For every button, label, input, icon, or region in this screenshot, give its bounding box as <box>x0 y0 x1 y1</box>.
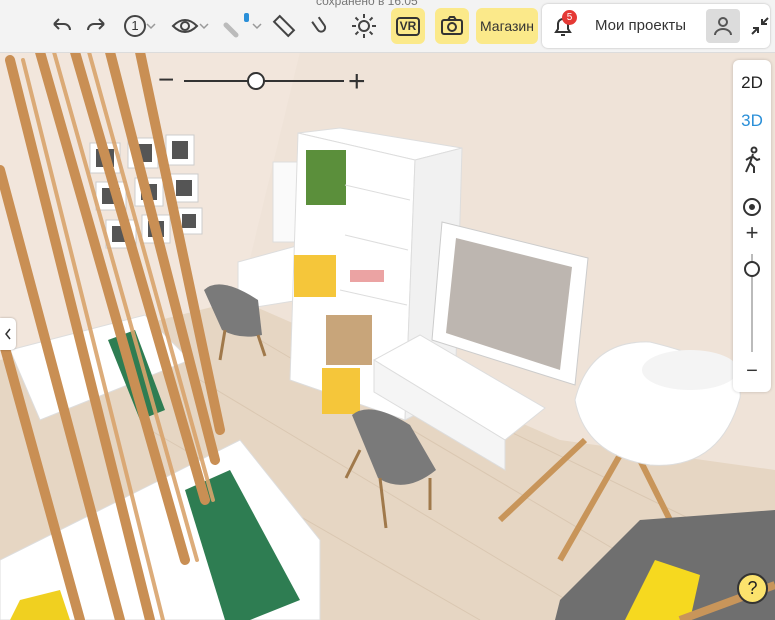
shop-button[interactable]: Магазин <box>476 8 538 44</box>
marker-button[interactable] <box>222 8 262 44</box>
eye-icon <box>171 19 199 33</box>
view-controls-panel: 2D 3D + − <box>733 60 771 392</box>
redo-icon <box>87 18 105 31</box>
center-view-icon[interactable] <box>742 197 762 217</box>
vr-icon: VR <box>395 16 421 36</box>
lighting-button[interactable] <box>348 8 380 44</box>
exit-fullscreen-button[interactable] <box>746 8 774 44</box>
left-panel-toggle[interactable] <box>0 318 16 350</box>
undo-icon <box>53 18 71 31</box>
zoom-out-button[interactable]: − <box>733 360 771 383</box>
my-projects-link[interactable]: Мои проекты <box>595 8 686 44</box>
undo-button[interactable] <box>48 8 76 44</box>
user-icon <box>714 17 732 36</box>
camera-icon <box>441 16 463 35</box>
collapse-icon <box>751 17 769 35</box>
magnet-icon <box>311 16 327 33</box>
zoom-slider-handle[interactable] <box>744 261 760 277</box>
chevron-down-icon <box>199 23 209 30</box>
camera-button[interactable] <box>435 8 469 44</box>
help-button[interactable]: ? <box>737 573 768 604</box>
magnet-button[interactable] <box>304 8 336 44</box>
ruler-button[interactable] <box>268 8 300 44</box>
ruler-icon <box>272 14 296 38</box>
3d-room-view[interactable] <box>0 0 775 620</box>
slider-minus[interactable]: − <box>158 66 174 95</box>
height-slider[interactable]: − + <box>156 66 376 96</box>
slider-plus[interactable]: + <box>348 66 366 96</box>
user-button[interactable] <box>706 9 740 43</box>
sun-icon <box>352 14 376 38</box>
chevron-left-icon <box>5 328 11 340</box>
vr-button[interactable]: VR <box>391 8 425 44</box>
walk-mode-icon[interactable] <box>740 146 764 174</box>
mode-3d-button[interactable]: 3D <box>733 111 771 131</box>
save-status-text: сохранено в 16:05 <box>316 0 418 8</box>
redo-button[interactable] <box>82 8 110 44</box>
top-toolbar: сохранено в 16:05 1 VR Магазин 5 Мои про… <box>0 0 775 53</box>
chevron-down-icon <box>146 23 156 30</box>
level-selector[interactable]: 1 <box>120 8 160 44</box>
zoom-slider[interactable] <box>742 248 762 356</box>
notification-badge: 5 <box>562 10 577 25</box>
zoom-in-button[interactable]: + <box>733 220 771 246</box>
level-selector-icon: 1 <box>124 15 146 37</box>
slider-handle[interactable] <box>247 72 265 90</box>
visibility-button[interactable] <box>170 8 210 44</box>
mode-2d-button[interactable]: 2D <box>733 73 771 93</box>
chevron-down-icon <box>252 23 262 30</box>
marker-icon <box>223 13 249 38</box>
